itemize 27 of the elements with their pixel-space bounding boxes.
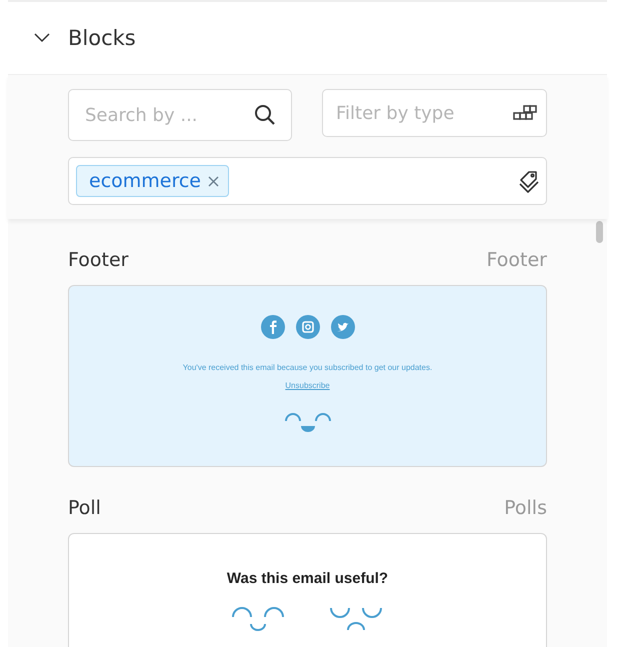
type-filter-field[interactable]: Filter by type bbox=[322, 89, 547, 137]
facebook-icon bbox=[260, 315, 284, 339]
block-type: Footer bbox=[486, 249, 547, 271]
block-preview[interactable]: You've received this email because you subscribed to get our updates. Unsubscribe bbox=[68, 285, 547, 467]
block-type: Polls bbox=[504, 497, 547, 519]
smiley-icon bbox=[284, 410, 332, 432]
block-name: Footer bbox=[68, 249, 128, 271]
instagram-icon bbox=[296, 315, 320, 339]
poll-question: Was this email useful? bbox=[226, 570, 388, 587]
chevron-icon[interactable] bbox=[34, 33, 50, 43]
happy-face-icon bbox=[230, 607, 286, 631]
sad-face-icon bbox=[328, 607, 384, 631]
blocks-icon bbox=[513, 105, 537, 121]
footer-text: You've received this email because you subscribed to get our updates. bbox=[182, 363, 432, 372]
search-icon bbox=[254, 104, 276, 126]
unsubscribe-link[interactable]: Unsubscribe bbox=[285, 381, 330, 390]
tag-chip[interactable]: ecommerce bbox=[76, 165, 229, 197]
search-field[interactable]: Search by ... bbox=[68, 89, 292, 141]
tag-label: ecommerce bbox=[89, 170, 201, 192]
scrollbar[interactable] bbox=[596, 221, 603, 243]
block-name: Poll bbox=[68, 497, 101, 519]
close-icon[interactable] bbox=[208, 176, 219, 186]
tag-icon bbox=[518, 168, 540, 194]
tag-field[interactable]: ecommerce bbox=[68, 157, 547, 205]
block-preview[interactable]: Was this email useful? bbox=[68, 533, 547, 647]
twitter-icon bbox=[330, 315, 354, 339]
section-title: Blocks bbox=[68, 26, 136, 50]
